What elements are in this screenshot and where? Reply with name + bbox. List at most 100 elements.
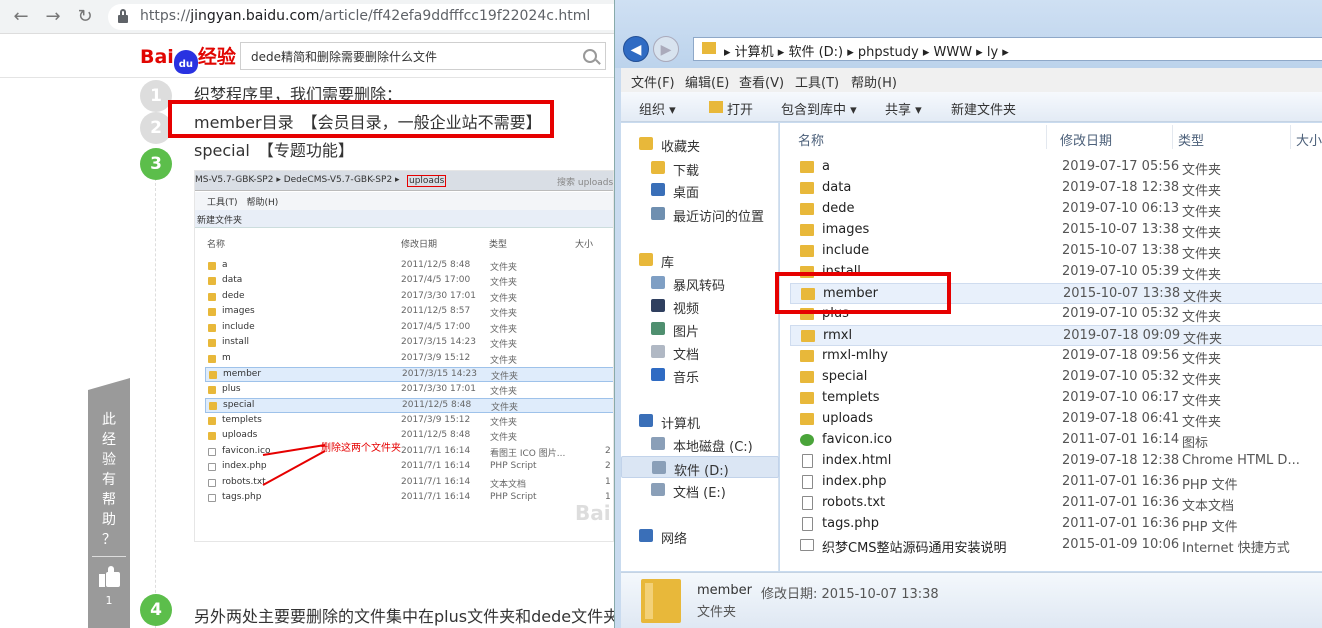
- embedded-breadcrumb: MS-V5.7-GBK-SP2 ▸ DedeCMS-V5.7-GBK-SP2 ▸…: [195, 171, 613, 191]
- file-type: PHP 文件: [1182, 520, 1238, 535]
- embedded-file-row: images 2011/12/5 8:57 文件夹: [205, 305, 613, 320]
- file-date: 2015-01-09 10:06: [1062, 537, 1180, 552]
- file-type: 图标: [1182, 436, 1209, 451]
- article-screenshot[interactable]: MS-V5.7-GBK-SP2 ▸ DedeCMS-V5.7-GBK-SP2 ▸…: [194, 170, 614, 542]
- forward-button[interactable]: ▶: [653, 36, 679, 62]
- column-name[interactable]: 名称: [798, 123, 824, 151]
- folder-icon: [702, 42, 716, 54]
- lock-icon: [118, 9, 128, 23]
- menu-view[interactable]: 查看(V): [739, 72, 784, 91]
- menu-file[interactable]: 文件(F): [631, 72, 675, 91]
- file-date: 2019-07-10 05:32: [1062, 306, 1180, 321]
- search-icon[interactable]: [583, 49, 597, 63]
- file-type: Internet 快捷方式: [1182, 541, 1290, 556]
- nav-item[interactable]: 计算机: [621, 410, 779, 432]
- include-in-library-button[interactable]: 包含到库中 ▾: [781, 99, 857, 118]
- file-row[interactable]: rmxl 2019-07-18 09:09 文件夹: [790, 325, 1322, 347]
- open-button[interactable]: 打开: [727, 99, 753, 118]
- file-icon: [802, 454, 813, 468]
- file-row[interactable]: special 2019-07-10 05:32 文件夹: [790, 367, 1322, 388]
- video-icon: [651, 299, 665, 312]
- nav-item[interactable]: 网络: [621, 525, 779, 547]
- file-row[interactable]: a 2019-07-17 05:56 文件夹: [790, 157, 1322, 178]
- folder-icon: [209, 371, 217, 379]
- embedded-file-row: templets 2017/3/9 15:12 文件夹: [205, 414, 613, 429]
- file-row[interactable]: 织梦CMS整站源码通用安装说明 2015-01-09 10:06 Internet …: [790, 535, 1322, 556]
- baidu-jingyan-logo[interactable]: Bai du 经验: [140, 42, 236, 74]
- file-date: 2011-07-01 16:36: [1062, 516, 1180, 531]
- file-name: robots.txt: [822, 495, 886, 510]
- file-row[interactable]: data 2019-07-18 12:38 文件夹: [790, 178, 1322, 199]
- reload-icon[interactable]: ↻: [74, 6, 96, 28]
- nav-item[interactable]: 音乐: [621, 364, 779, 386]
- drive-d-icon: [652, 461, 666, 474]
- file-row[interactable]: templets 2019-07-10 06:17 文件夹: [790, 388, 1322, 409]
- file-row[interactable]: uploads 2019-07-18 06:41 文件夹: [790, 409, 1322, 430]
- nav-item[interactable]: 本地磁盘 (C:): [621, 433, 779, 455]
- folder-icon: [800, 392, 814, 404]
- new-folder-button[interactable]: 新建文件夹: [951, 99, 1016, 118]
- nav-item[interactable]: 软件 (D:): [621, 456, 779, 479]
- address-path[interactable]: ▸ 计算机 ▸ 软件 (D:) ▸ phpstudy ▸ WWW ▸ ly ▸: [693, 37, 1322, 61]
- open-folder-icon: [709, 101, 723, 113]
- nav-item[interactable]: 图片: [621, 318, 779, 340]
- back-button[interactable]: ◀: [623, 36, 649, 62]
- embedded-file-row: member 2017/3/15 14:23 文件夹: [205, 367, 613, 382]
- nav-item[interactable]: 库: [621, 249, 779, 271]
- file-date: 2019-07-10 05:32: [1062, 369, 1180, 384]
- nav-item[interactable]: 收藏夹: [621, 133, 779, 155]
- file-row[interactable]: favicon.ico 2011-07-01 16:14 图标: [790, 430, 1322, 451]
- folder-icon: [208, 386, 216, 394]
- menu-help[interactable]: 帮助(H): [851, 72, 897, 91]
- file-row[interactable]: index.html 2019-07-18 12:38 Chrome HTML D.…: [790, 451, 1322, 472]
- column-header: 类型: [489, 240, 508, 250]
- file-row[interactable]: robots.txt 2011-07-01 16:36 文本文档: [790, 493, 1322, 514]
- file-type: 文件夹: [1182, 310, 1222, 325]
- file-type: Chrome HTML D...: [1182, 453, 1300, 468]
- file-row[interactable]: dede 2019-07-10 06:13 文件夹: [790, 199, 1322, 220]
- menu-edit[interactable]: 编辑(E): [685, 72, 729, 91]
- file-icon: [208, 448, 216, 456]
- folder-icon: [208, 432, 216, 440]
- watermark: Bai: [575, 501, 611, 525]
- file-name: uploads: [822, 411, 874, 426]
- back-arrow-icon[interactable]: ←: [10, 6, 32, 28]
- folder-icon: [208, 324, 216, 332]
- file-row[interactable]: tags.php 2011-07-01 16:36 PHP 文件: [790, 514, 1322, 535]
- recent-places-icon: [651, 207, 665, 220]
- address-bar[interactable]: https://jingyan.baidu.com/article/ff42ef…: [108, 4, 628, 30]
- file-date: 2011-07-01 16:14: [1062, 432, 1180, 447]
- nav-item[interactable]: 最近访问的位置: [621, 203, 779, 225]
- file-date: 2019-07-10 05:39: [1062, 264, 1180, 279]
- column-date[interactable]: 修改日期: [1060, 123, 1112, 151]
- file-type: 文件夹: [1182, 247, 1222, 262]
- file-name: rmxl-mlhy: [822, 348, 888, 363]
- nav-item[interactable]: 文档 (E:): [621, 479, 779, 501]
- column-size[interactable]: 大小: [1296, 123, 1322, 151]
- nav-item[interactable]: 下载: [621, 157, 779, 179]
- menu-tools[interactable]: 工具(T): [795, 72, 839, 91]
- file-row[interactable]: include 2015-10-07 13:38 文件夹: [790, 241, 1322, 262]
- nav-item[interactable]: 文档: [621, 341, 779, 363]
- file-date: 2015-10-07 13:38: [1062, 243, 1180, 258]
- file-name: 织梦CMS整站源码通用安装说明: [822, 541, 1007, 556]
- file-date: 2019-07-17 05:56: [1062, 159, 1180, 174]
- file-row[interactable]: images 2015-10-07 13:38 文件夹: [790, 220, 1322, 241]
- nav-item[interactable]: 暴风转码: [621, 272, 779, 294]
- organize-button[interactable]: 组织 ▾: [639, 99, 676, 118]
- share-button[interactable]: 共享 ▾: [885, 99, 922, 118]
- search-input[interactable]: dede精简和删除需要删除什么文件: [240, 42, 606, 70]
- nav-item[interactable]: 视频: [621, 295, 779, 317]
- file-icon: [802, 517, 813, 531]
- file-type: 文件夹: [1182, 352, 1222, 367]
- feedback-sidebar[interactable]: 此经验有帮助？ 1: [88, 378, 130, 628]
- file-row[interactable]: index.php 2011-07-01 16:36 PHP 文件: [790, 472, 1322, 493]
- file-name: data: [822, 180, 852, 195]
- file-row[interactable]: rmxl-mlhy 2019-07-18 09:56 文件夹: [790, 346, 1322, 367]
- file-icon: [802, 475, 813, 489]
- forward-arrow-icon[interactable]: →: [42, 6, 64, 28]
- embedded-file-row: a 2011/12/5 8:48 文件夹: [205, 259, 613, 274]
- thumbs-up-icon[interactable]: [99, 566, 121, 588]
- column-type[interactable]: 类型: [1178, 123, 1204, 151]
- nav-item[interactable]: 桌面: [621, 179, 779, 201]
